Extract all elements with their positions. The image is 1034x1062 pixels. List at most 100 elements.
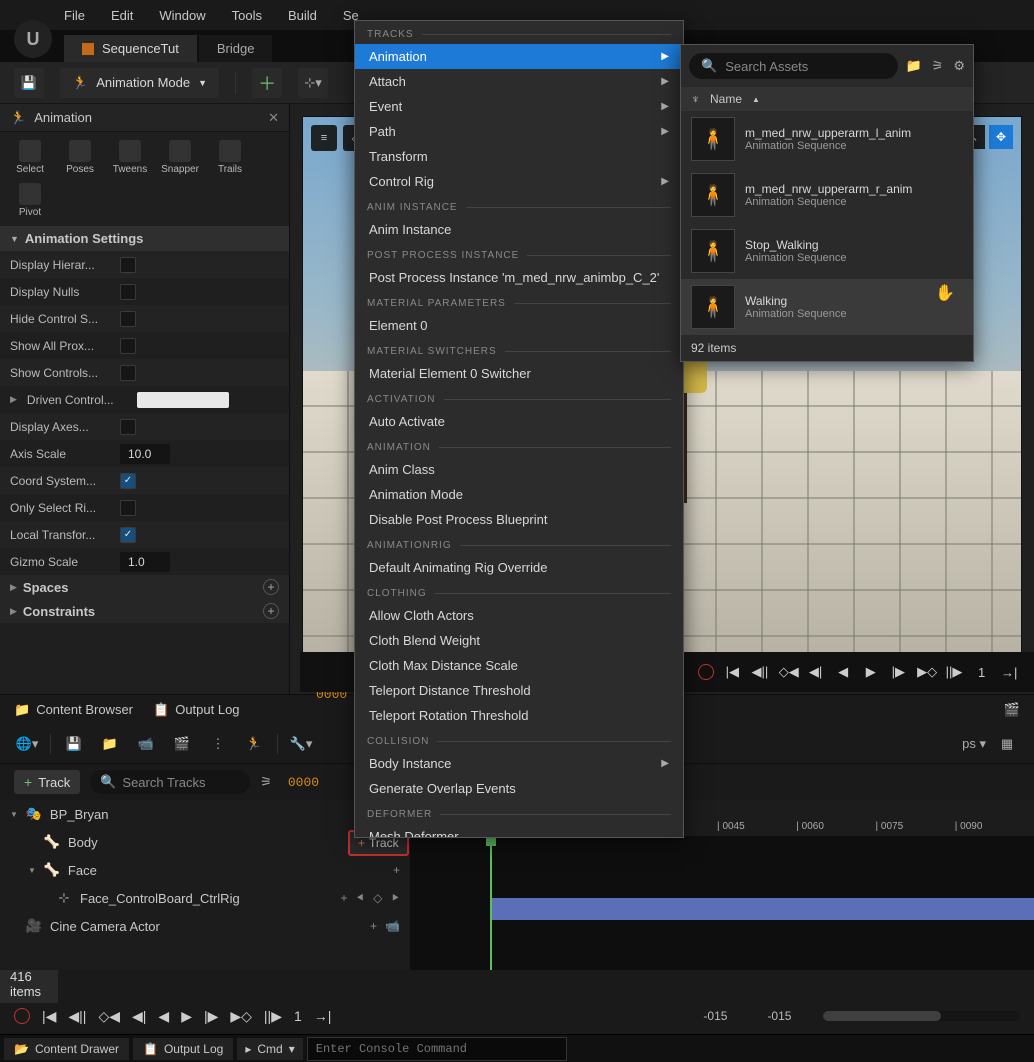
context-item[interactable]: Element 0: [355, 313, 683, 338]
step-back-frame-icon[interactable]: ◀|: [807, 664, 825, 680]
curve-editor-icon[interactable]: ▦: [994, 731, 1020, 757]
tool-trails[interactable]: Trails: [210, 140, 250, 175]
context-item[interactable]: Default Animating Rig Override: [355, 555, 683, 580]
fps-dropdown[interactable]: ps ▾: [962, 736, 986, 752]
context-item[interactable]: Body Instance▶: [355, 751, 683, 776]
context-item[interactable]: Allow Cloth Actors: [355, 603, 683, 628]
camera-icon[interactable]: 📹: [133, 731, 159, 757]
context-item[interactable]: Teleport Rotation Threshold: [355, 703, 683, 728]
go-start-icon[interactable]: |◀: [42, 1008, 56, 1025]
play-reverse-icon[interactable]: ◀: [158, 1008, 169, 1025]
asset-row[interactable]: 🧍 m_med_nrw_upperarm_r_anim Animation Se…: [681, 167, 973, 223]
checkbox[interactable]: [120, 419, 136, 435]
sequencer-track-row[interactable]: ▼🎭 BP_Bryan: [0, 800, 410, 828]
play-icon[interactable]: ▶: [862, 664, 880, 680]
context-item[interactable]: Transform: [355, 144, 683, 169]
asset-picker-popup[interactable]: 🔍 Search Assets 📁 ⚞ ⚙ ♆ Name ▲ 🧍 m_med_n…: [680, 44, 974, 362]
mode-dropdown[interactable]: 🏃 Animation Mode ▼: [60, 68, 219, 98]
close-icon[interactable]: ✕: [268, 110, 279, 126]
add-track-context-menu[interactable]: TRACKSAnimation▶Attach▶Event▶Path▶Transf…: [354, 20, 684, 838]
camera-icon[interactable]: 📹: [385, 919, 400, 933]
animation-tab[interactable]: 🏃 Animation ✕: [0, 104, 289, 132]
settings-icon[interactable]: 🔧▾: [288, 731, 314, 757]
add-icon[interactable]: +: [370, 919, 377, 933]
menu-build[interactable]: Build: [288, 8, 317, 23]
timeline-body[interactable]: [410, 836, 1034, 970]
asset-column-header[interactable]: ♆ Name ▲: [681, 87, 973, 111]
save-icon[interactable]: 💾: [61, 731, 87, 757]
filter-icon[interactable]: ⚞: [932, 58, 944, 74]
translate-mode-icon[interactable]: ✥: [989, 125, 1013, 149]
viewport-menu-icon[interactable]: ≡: [311, 125, 337, 151]
menu-edit[interactable]: Edit: [111, 8, 133, 23]
asset-search-input[interactable]: 🔍 Search Assets: [689, 53, 898, 79]
add-icon[interactable]: +: [393, 863, 400, 877]
step-back-section-icon[interactable]: ◀||: [751, 664, 769, 680]
record-button[interactable]: [698, 664, 714, 680]
context-item[interactable]: Material Element 0 Switcher: [355, 361, 683, 386]
sequencer-icon[interactable]: 🎬: [1004, 702, 1020, 718]
checkbox[interactable]: [120, 365, 136, 381]
value-input[interactable]: 1.0: [120, 552, 170, 572]
context-item[interactable]: Attach▶: [355, 69, 683, 94]
browse-icon[interactable]: 📁: [97, 731, 123, 757]
tab-sequencetut[interactable]: SequenceTut: [64, 35, 197, 62]
expand-icon[interactable]: ▼: [28, 866, 36, 875]
add-key-icon[interactable]: +: [341, 891, 348, 906]
context-item[interactable]: Anim Class: [355, 457, 683, 482]
folder-icon[interactable]: 📁: [906, 58, 922, 74]
step-back-key-icon[interactable]: ◇◀: [779, 664, 797, 680]
menu-window[interactable]: Window: [159, 8, 205, 23]
checkbox[interactable]: [120, 500, 136, 516]
asset-row[interactable]: 🧍 Stop_Walking Animation Sequence: [681, 223, 973, 279]
value-input[interactable]: 10.0: [120, 444, 170, 464]
checkbox[interactable]: [120, 311, 136, 327]
record-button[interactable]: [14, 1008, 30, 1024]
step-fwd-section-icon[interactable]: ||▶: [945, 664, 963, 680]
loop-icon[interactable]: 1: [294, 1008, 302, 1024]
actions-icon[interactable]: ⋮: [205, 731, 231, 757]
playback-icon[interactable]: 🏃: [241, 731, 267, 757]
timeline-scrollbar[interactable]: [823, 1011, 1020, 1021]
step-fwd-key-icon[interactable]: ▶◇: [917, 664, 935, 680]
filter-icon[interactable]: ⚞: [260, 774, 272, 790]
next-key-icon[interactable]: ⯈: [390, 891, 400, 906]
context-item[interactable]: Disable Post Process Blueprint: [355, 507, 683, 532]
tool-snapper[interactable]: Snapper: [160, 140, 200, 175]
go-start-icon[interactable]: |◀: [724, 664, 742, 680]
content-browser-tab[interactable]: 📁 Content Browser: [14, 702, 133, 718]
step-back-section-icon[interactable]: ◀||: [68, 1008, 86, 1025]
checkbox[interactable]: ✓: [120, 473, 136, 489]
key-icon[interactable]: ◇: [373, 891, 382, 906]
context-item[interactable]: Path▶: [355, 119, 683, 144]
search-tracks-input[interactable]: 🔍 Search Tracks: [90, 770, 250, 794]
slider[interactable]: [137, 392, 229, 408]
add-track-button[interactable]: +Track: [14, 770, 80, 794]
output-log-button[interactable]: 📋 Output Log: [133, 1038, 233, 1060]
sequencer-track-row[interactable]: ▼🦴 Face +: [0, 856, 410, 884]
tool-tweens[interactable]: Tweens: [110, 140, 150, 175]
step-fwd-section-icon[interactable]: ||▶: [264, 1008, 282, 1025]
add-icon[interactable]: +: [263, 579, 279, 595]
checkbox[interactable]: ✓: [120, 527, 136, 543]
context-item[interactable]: Cloth Blend Weight: [355, 628, 683, 653]
tool-select[interactable]: Select: [10, 140, 50, 175]
context-item[interactable]: Animation Mode: [355, 482, 683, 507]
sequencer-track-row[interactable]: 🎥 Cine Camera Actor + 📹: [0, 912, 410, 940]
context-item[interactable]: Auto Activate: [355, 409, 683, 434]
tab-bridge[interactable]: Bridge: [199, 35, 273, 62]
expand-icon[interactable]: ▼: [10, 810, 18, 819]
context-item[interactable]: Event▶: [355, 94, 683, 119]
spaces-section[interactable]: ▶ Spaces +: [0, 575, 289, 599]
go-end-icon[interactable]: →|: [314, 1008, 332, 1024]
context-item[interactable]: Mesh Deformer: [355, 824, 683, 838]
checkbox[interactable]: [120, 338, 136, 354]
play-icon[interactable]: ▶: [181, 1008, 192, 1025]
tool-pivot[interactable]: Pivot: [10, 183, 50, 218]
range-end[interactable]: -015: [767, 1009, 791, 1023]
ue-logo[interactable]: U: [14, 20, 52, 58]
render-icon[interactable]: 🎬: [169, 731, 195, 757]
step-back-frame-icon[interactable]: ◀|: [132, 1008, 146, 1025]
blueprint-dropdown[interactable]: ⊹▾: [298, 68, 328, 98]
context-item[interactable]: Anim Instance: [355, 217, 683, 242]
